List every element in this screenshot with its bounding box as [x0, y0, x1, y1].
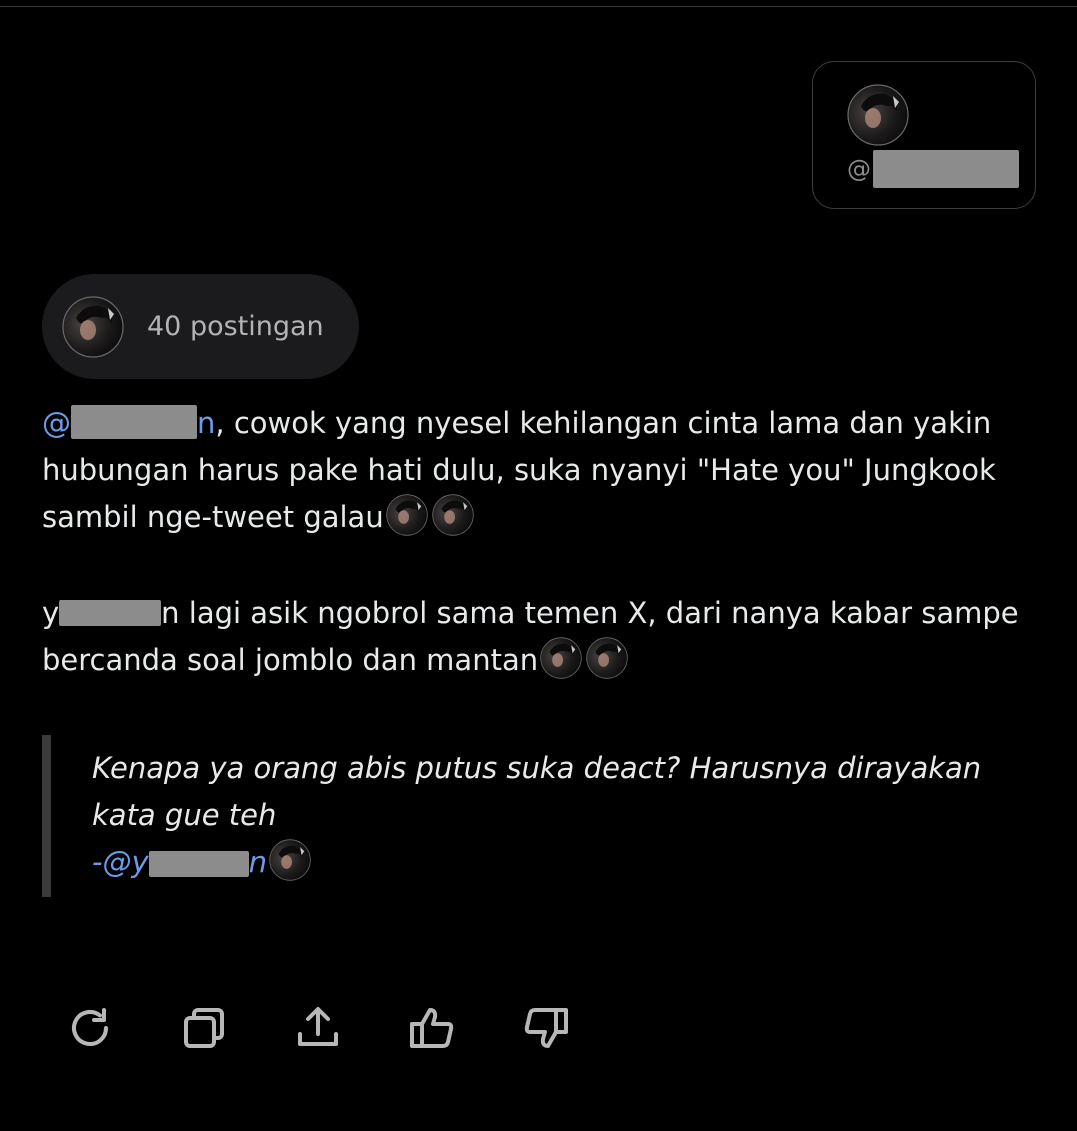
attribution-end: n: [248, 845, 268, 879]
paragraph-2-emojis: [540, 637, 628, 679]
name-start: y: [42, 596, 60, 630]
avatar-emoji: [269, 839, 311, 881]
user-handle: @: [847, 150, 1027, 188]
user-card[interactable]: @: [812, 61, 1036, 209]
mention-end: n: [197, 406, 216, 440]
dislike-button[interactable]: [518, 1000, 574, 1056]
quote-text: Kenapa ya orang abis putus suka deact? H…: [92, 751, 982, 832]
mention-start: @: [42, 406, 71, 440]
copy-icon: [184, 1008, 224, 1048]
copy-button[interactable]: [176, 1000, 232, 1056]
thumbs-up-icon: [410, 1008, 454, 1048]
user-avatar: [847, 84, 909, 146]
message-actions-toolbar: [62, 1000, 602, 1056]
paragraph-2-text: n lagi asik ngobrol sama temen X, dari n…: [42, 596, 1019, 677]
avatar-emoji: [386, 494, 428, 536]
avatar-emoji: [586, 637, 628, 679]
share-button[interactable]: [290, 1000, 346, 1056]
paragraph-2: yn lagi asik ngobrol sama temen X, dari …: [42, 590, 1042, 684]
mention-link[interactable]: @ n: [42, 405, 216, 440]
handle-redacted-block: [873, 150, 1019, 188]
attribution-emoji: [269, 839, 311, 881]
refresh-icon: [72, 1008, 108, 1046]
attribution-prefix: -@y: [92, 845, 149, 879]
attribution-link[interactable]: -@y n: [92, 845, 267, 879]
blockquote-bar: [42, 735, 51, 897]
avatar-emoji: [432, 494, 474, 536]
handle-at: @: [847, 155, 871, 183]
posts-count-pill[interactable]: 40 postingan: [42, 274, 359, 379]
attribution-redacted-block: [148, 851, 249, 877]
avatar-emoji: [540, 637, 582, 679]
share-icon: [298, 1007, 338, 1046]
thumbs-down-icon: [524, 1008, 568, 1048]
quote-attribution: -@y n: [92, 839, 1052, 886]
mention-redacted-block: [71, 405, 197, 439]
name-redacted-block: [59, 600, 162, 626]
paragraph-1: @ n, cowok yang nyesel kehilangan cinta l…: [42, 400, 1042, 541]
posts-avatar: [62, 296, 124, 358]
top-divider: [0, 6, 1077, 7]
blockquote: Kenapa ya orang abis putus suka deact? H…: [92, 745, 1052, 886]
regenerate-button[interactable]: [62, 1000, 118, 1056]
posts-count-label: 40 postingan: [147, 310, 324, 342]
paragraph-1-emojis: [386, 494, 474, 536]
like-button[interactable]: [404, 1000, 460, 1056]
